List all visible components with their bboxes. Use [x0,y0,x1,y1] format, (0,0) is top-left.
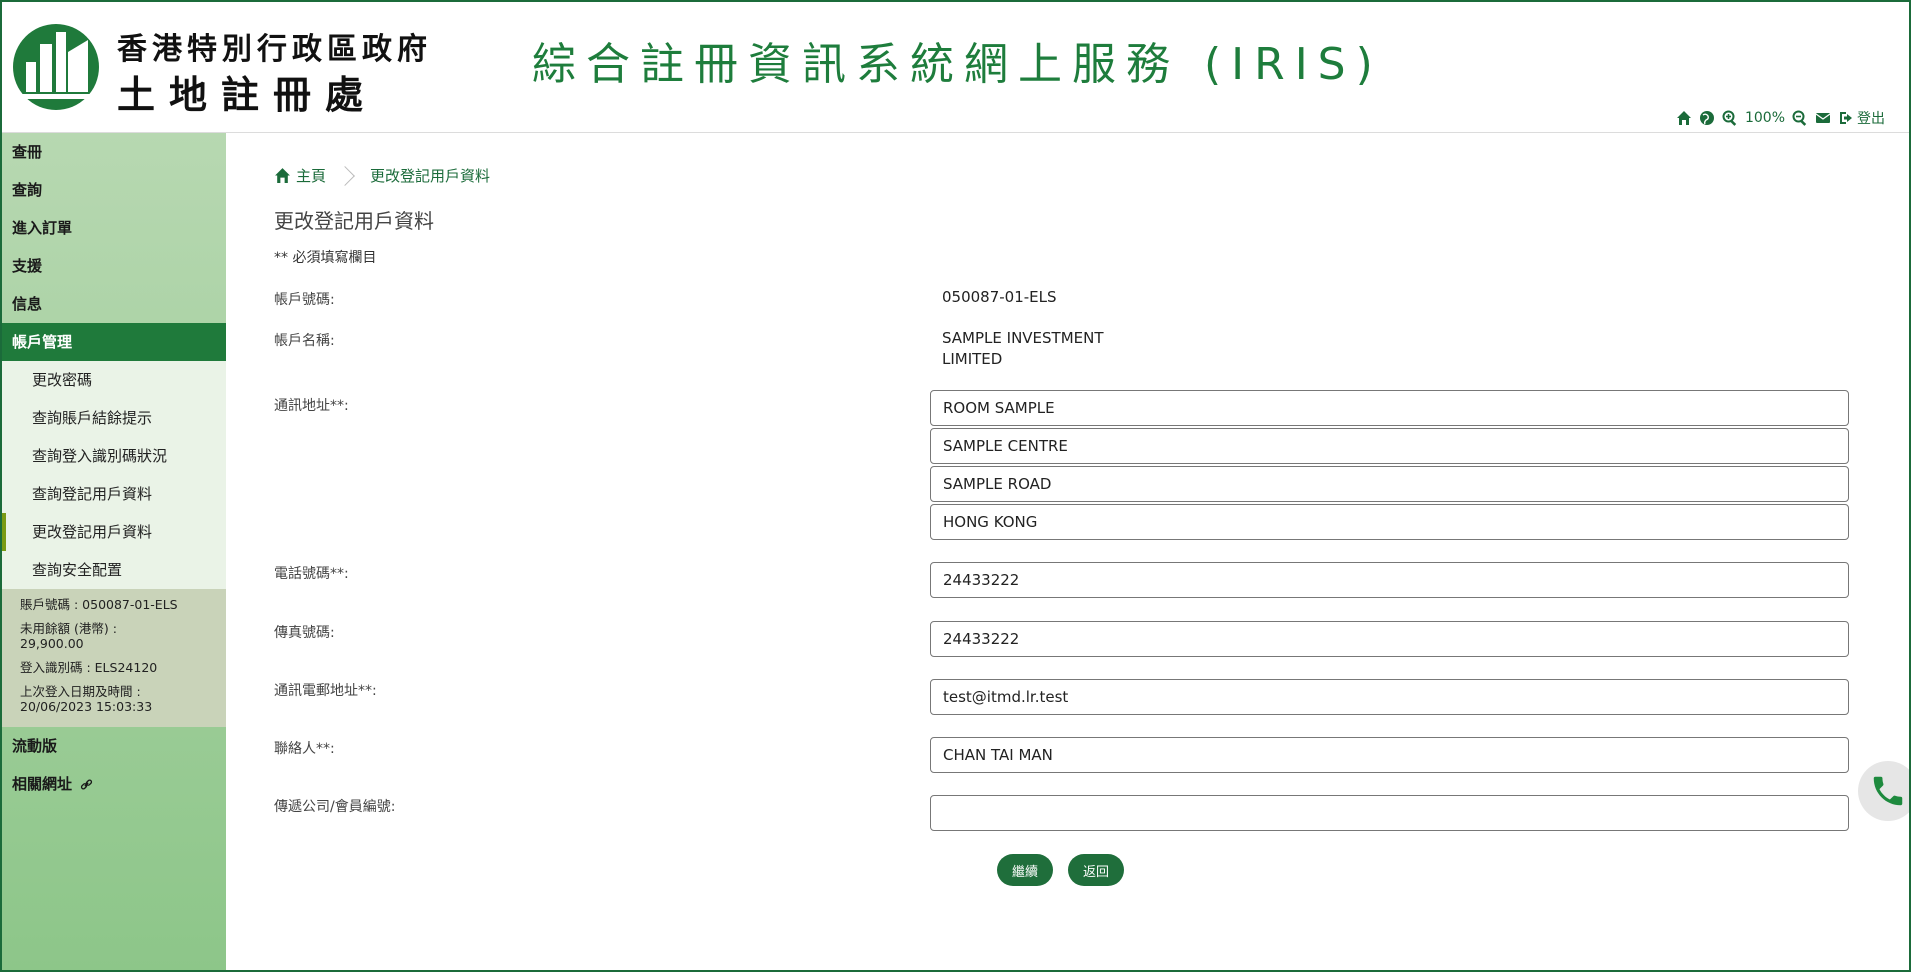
browser-frame: 香港特別行政區政府 土地註冊處 綜合註冊資訊系統網上服務 (IRIS) 100%… [0,0,1911,972]
account-submenu: 更改密碼 查詢賬戶結餘提示 查詢登入識別碼狀況 查詢登記用戶資料 更改登記用戶資… [2,361,226,589]
account-no-label: 帳戶號碼: [274,292,335,308]
balance-label: 未用餘額 (港幣) : [20,621,117,636]
mail-icon[interactable] [1815,110,1831,126]
breadcrumb-home[interactable]: 主頁 [274,165,326,186]
submenu-security-config[interactable]: 查詢安全配置 [2,551,226,589]
org-name-line1: 香港特別行政區政府 [117,32,432,67]
submenu-balance-alert[interactable]: 查詢賬戶結餘提示 [2,399,226,437]
address-line2-input[interactable] [930,428,1849,464]
breadcrumb: 主頁 更改登記用戶資料 [274,165,490,186]
balance-value: 29,900.00 [20,636,84,651]
fax-label: 傳真號碼: [274,625,335,641]
account-name-line1: SAMPLE INVESTMENT [942,329,1104,347]
sidebar-item-orders[interactable]: 進入訂單 [2,209,226,247]
last-login-value: 20/06/2023 15:03:33 [20,699,153,714]
submenu-login-id-status[interactable]: 查詢登入識別碼狀況 [2,437,226,475]
account-summary: 賬戶號碼 : 050087-01-ELS 未用餘額 (港幣) : 29,900.… [2,589,226,727]
land-registry-logo [13,24,99,110]
address-label: 通訊地址**: [274,398,349,414]
zoom-level: 100% [1744,110,1785,126]
page-title: 更改登記用戶資料 [274,209,434,233]
email-input[interactable] [930,679,1849,715]
required-note: ** 必須填寫欄目 [274,250,377,266]
breadcrumb-home-label: 主頁 [296,167,327,185]
login-id: 登入識別碼 : ELS24120 [20,660,158,675]
sidebar-item-search-register[interactable]: 查冊 [2,133,226,171]
home-icon[interactable] [1676,110,1692,126]
submenu-view-user-info[interactable]: 查詢登記用戶資料 [2,475,226,513]
phone-label: 電話號碼**: [274,566,349,582]
chevron-right-icon [335,165,355,186]
logout-icon [1840,112,1852,124]
sidebar-item-mobile[interactable]: 流動版 [2,727,226,765]
globe-icon[interactable] [1699,110,1715,126]
address-line1-input[interactable] [930,390,1849,426]
sidebar: 查冊 查詢 進入訂單 支援 信息 帳戶管理 更改密碼 查詢賬戶結餘提示 查詢登入… [2,133,226,970]
submenu-change-user-info[interactable]: 更改登記用戶資料 [2,513,226,551]
phone-input[interactable] [930,562,1849,598]
sidebar-item-enquiry[interactable]: 查詢 [2,171,226,209]
back-button[interactable]: 返回 [1068,854,1125,886]
last-login-label: 上次登入日期及時間 : [20,684,141,699]
sidebar-item-messages[interactable]: 信息 [2,285,226,323]
account-name-value: SAMPLE INVESTMENT LIMITED [942,328,1104,370]
toolbar: 100% 登出 [1676,108,1885,128]
home-icon [275,168,290,183]
related-links-label: 相關網址 [12,775,73,793]
company-input[interactable] [930,795,1849,831]
address-line3-input[interactable] [930,466,1849,502]
account-number: 賬戶號碼 : 050087-01-ELS [20,597,178,612]
org-name-line2: 土地註冊處 [117,73,378,117]
account-name-label: 帳戶名稱: [274,333,335,349]
sidebar-item-related-links[interactable]: 相關網址 [2,765,226,803]
link-icon [81,779,93,790]
header: 香港特別行政區政府 土地註冊處 綜合註冊資訊系統網上服務 (IRIS) 100%… [2,2,1909,133]
sidebar-item-support[interactable]: 支援 [2,247,226,285]
breadcrumb-current: 更改登記用戶資料 [370,167,491,185]
account-name-line2: LIMITED [942,350,1003,368]
zoom-out-icon[interactable] [1792,110,1808,126]
account-no-value: 050087-01-ELS [942,288,1057,306]
company-label: 傳遞公司/會員編號: [274,799,396,815]
fax-input[interactable] [930,621,1849,657]
phone-contact-button[interactable] [1858,761,1909,821]
logout-link[interactable]: 登出 [1838,108,1885,128]
contact-label: 聯絡人**: [274,741,335,757]
email-label: 通訊電郵地址**: [274,683,377,699]
balance: 未用餘額 (港幣) : 29,900.00 [20,621,216,651]
main-content: 主頁 更改登記用戶資料 更改登記用戶資料 ** 必須填寫欄目 帳戶號碼: 050… [226,133,1909,970]
sidebar-item-account-management[interactable]: 帳戶管理 [2,323,226,361]
address-line4-input[interactable] [930,504,1849,540]
submenu-change-password[interactable]: 更改密碼 [2,361,226,399]
contact-input[interactable] [930,737,1849,773]
system-title: 綜合註冊資訊系統網上服務 (IRIS) [532,39,1383,90]
continue-button[interactable]: 繼續 [997,854,1054,886]
logout-label: 登出 [1857,111,1885,127]
last-login: 上次登入日期及時間 : 20/06/2023 15:03:33 [20,684,216,714]
phone-icon [1873,776,1903,806]
zoom-in-icon[interactable] [1722,110,1738,126]
